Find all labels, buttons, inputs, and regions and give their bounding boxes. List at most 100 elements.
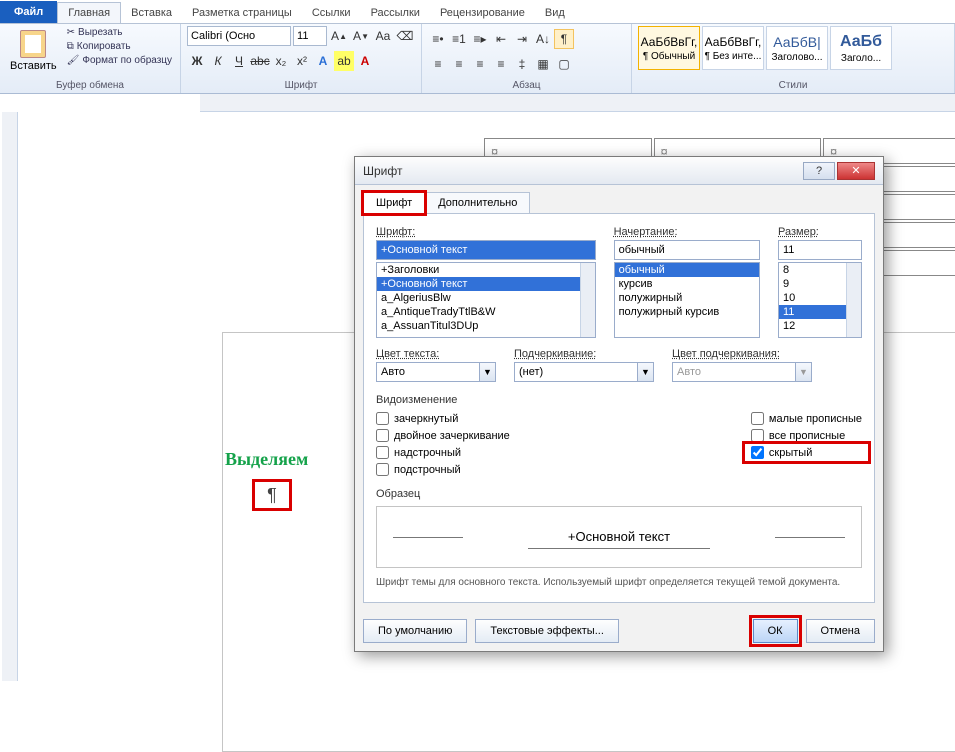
text-effects-button[interactable]: Текстовые эффекты... — [475, 619, 619, 643]
underline-button[interactable]: Ч — [229, 51, 249, 71]
borders-button[interactable]: ▢ — [554, 54, 574, 74]
clear-format-button[interactable]: ⌫ — [395, 26, 415, 46]
format-painter-button[interactable]: 🖌Формат по образцу — [65, 54, 174, 67]
horizontal-ruler[interactable] — [200, 94, 955, 112]
tab-mailings[interactable]: Рассылки — [361, 3, 430, 23]
cb-strike[interactable]: зачеркнутый — [376, 412, 510, 425]
style-heading2[interactable]: АаБбЗаголо... — [830, 26, 892, 70]
font-input[interactable]: +Основной текст — [376, 240, 596, 260]
size-listbox[interactable]: 8 9 10 11 12 — [778, 262, 862, 338]
tab-home[interactable]: Главная — [57, 2, 121, 23]
style-no-spacing[interactable]: АаБбВвГг,¶ Без инте... — [702, 26, 764, 70]
cb-hidden[interactable]: скрытый — [751, 446, 862, 459]
numbering-button[interactable]: ≡1 — [449, 29, 469, 49]
align-right-button[interactable]: ≡ — [470, 54, 490, 74]
style-label: Начертание: — [614, 226, 760, 238]
strike-button[interactable]: abc — [250, 51, 270, 71]
cb-smallcaps[interactable]: малые прописные — [751, 412, 862, 425]
style-option[interactable]: полужирный курсив — [615, 305, 759, 319]
font-color-button[interactable]: A — [355, 51, 375, 71]
font-option[interactable]: a_AssuanTitul3DUp — [377, 319, 595, 333]
underline-label: Подчеркивание: — [514, 348, 654, 360]
italic-button[interactable]: К — [208, 51, 228, 71]
highlight-button[interactable]: ab — [334, 51, 354, 71]
align-left-button[interactable]: ≡ — [428, 54, 448, 74]
sort-button[interactable]: A↓ — [533, 29, 553, 49]
group-styles: АаБбВвГг,¶ Обычный АаБбВвГг,¶ Без инте..… — [632, 24, 955, 93]
dialog-footer: По умолчанию Текстовые эффекты... ОК Отм… — [355, 611, 883, 651]
scrollbar[interactable] — [580, 263, 595, 337]
show-marks-button[interactable]: ¶ — [554, 29, 574, 49]
change-case-button[interactable]: Aa — [373, 26, 393, 46]
copy-button[interactable]: ⧉Копировать — [65, 40, 174, 53]
font-color-combo[interactable]: Авто▼ — [376, 362, 496, 382]
style-heading1[interactable]: АаБбВ|Заголово... — [766, 26, 828, 70]
cb-double-strike[interactable]: двойное зачеркивание — [376, 429, 510, 442]
shading-button[interactable]: ▦ — [533, 54, 553, 74]
help-button[interactable]: ? — [803, 162, 835, 180]
grow-font-button[interactable]: A▲ — [329, 26, 349, 46]
dialog-titlebar[interactable]: Шрифт ? ✕ — [355, 157, 883, 185]
scrollbar[interactable] — [846, 263, 861, 337]
cb-allcaps[interactable]: все прописные — [751, 429, 862, 442]
outdent-button[interactable]: ⇤ — [491, 29, 511, 49]
dialog-tabs: Шрифт Дополнительно — [355, 185, 883, 213]
tab-references[interactable]: Ссылки — [302, 3, 361, 23]
copy-icon: ⧉ — [67, 41, 74, 52]
dialog-tab-font[interactable]: Шрифт — [363, 192, 425, 214]
font-option[interactable]: a_AntiqueTradyTtlB&W — [377, 305, 595, 319]
dropdown-icon: ▼ — [480, 362, 496, 382]
font-name-combo[interactable]: Calibri (Осно — [187, 26, 291, 46]
underline-color-combo: Авто▼ — [672, 362, 812, 382]
size-input[interactable]: 11 — [778, 240, 862, 260]
font-listbox[interactable]: +Заголовки +Основной текст a_AlgeriusBlw… — [376, 262, 596, 338]
style-normal[interactable]: АаБбВвГг,¶ Обычный — [638, 26, 700, 70]
superscript-button[interactable]: x² — [292, 51, 312, 71]
ok-button[interactable]: ОК — [753, 619, 798, 643]
tab-layout[interactable]: Разметка страницы — [182, 3, 302, 23]
cb-superscript[interactable]: надстрочный — [376, 446, 510, 459]
group-clipboard-label: Буфер обмена — [6, 80, 174, 93]
default-button[interactable]: По умолчанию — [363, 619, 467, 643]
bold-button[interactable]: Ж — [187, 51, 207, 71]
tab-file[interactable]: Файл — [0, 1, 57, 23]
tab-insert[interactable]: Вставка — [121, 3, 182, 23]
font-option[interactable]: +Заголовки — [377, 263, 595, 277]
indent-button[interactable]: ⇥ — [512, 29, 532, 49]
dialog-title: Шрифт — [363, 164, 402, 178]
tab-review[interactable]: Рецензирование — [430, 3, 535, 23]
tab-view[interactable]: Вид — [535, 3, 575, 23]
pilcrow-highlight: ¶ — [252, 479, 292, 511]
cut-button[interactable]: ✂Вырезать — [65, 26, 174, 39]
style-input[interactable]: обычный — [614, 240, 760, 260]
ribbon: Вставить ✂Вырезать ⧉Копировать 🖌Формат п… — [0, 24, 955, 94]
paste-icon — [20, 30, 46, 58]
style-option[interactable]: полужирный — [615, 291, 759, 305]
font-option[interactable]: a_AlgeriusBlw — [377, 291, 595, 305]
style-listbox[interactable]: обычный курсив полужирный полужирный кур… — [614, 262, 760, 338]
justify-button[interactable]: ≡ — [491, 54, 511, 74]
underline-combo[interactable]: (нет)▼ — [514, 362, 654, 382]
paste-button[interactable]: Вставить — [6, 26, 61, 76]
font-size-combo[interactable]: 11 — [293, 26, 327, 46]
style-option[interactable]: курсив — [615, 277, 759, 291]
close-button[interactable]: ✕ — [837, 162, 875, 180]
font-option[interactable]: +Основной текст — [377, 277, 595, 291]
cb-subscript[interactable]: подстрочный — [376, 463, 510, 476]
effects-title: Видоизменение — [376, 394, 862, 406]
bullets-button[interactable]: ≡• — [428, 29, 448, 49]
shrink-font-button[interactable]: A▼ — [351, 26, 371, 46]
vertical-ruler[interactable] — [2, 112, 18, 681]
annotation-text: Выделяем — [225, 449, 308, 470]
brush-icon: 🖌 — [67, 55, 80, 66]
group-clipboard: Вставить ✂Вырезать ⧉Копировать 🖌Формат п… — [0, 24, 181, 93]
multilevel-button[interactable]: ≡▸ — [470, 29, 490, 49]
align-center-button[interactable]: ≡ — [449, 54, 469, 74]
style-option[interactable]: обычный — [615, 263, 759, 277]
dialog-tab-advanced[interactable]: Дополнительно — [425, 192, 530, 214]
group-styles-label: Стили — [638, 80, 948, 93]
line-spacing-button[interactable]: ‡ — [512, 54, 532, 74]
subscript-button[interactable]: x₂ — [271, 51, 291, 71]
text-effects-button[interactable]: A — [313, 51, 333, 71]
cancel-button[interactable]: Отмена — [806, 619, 875, 643]
